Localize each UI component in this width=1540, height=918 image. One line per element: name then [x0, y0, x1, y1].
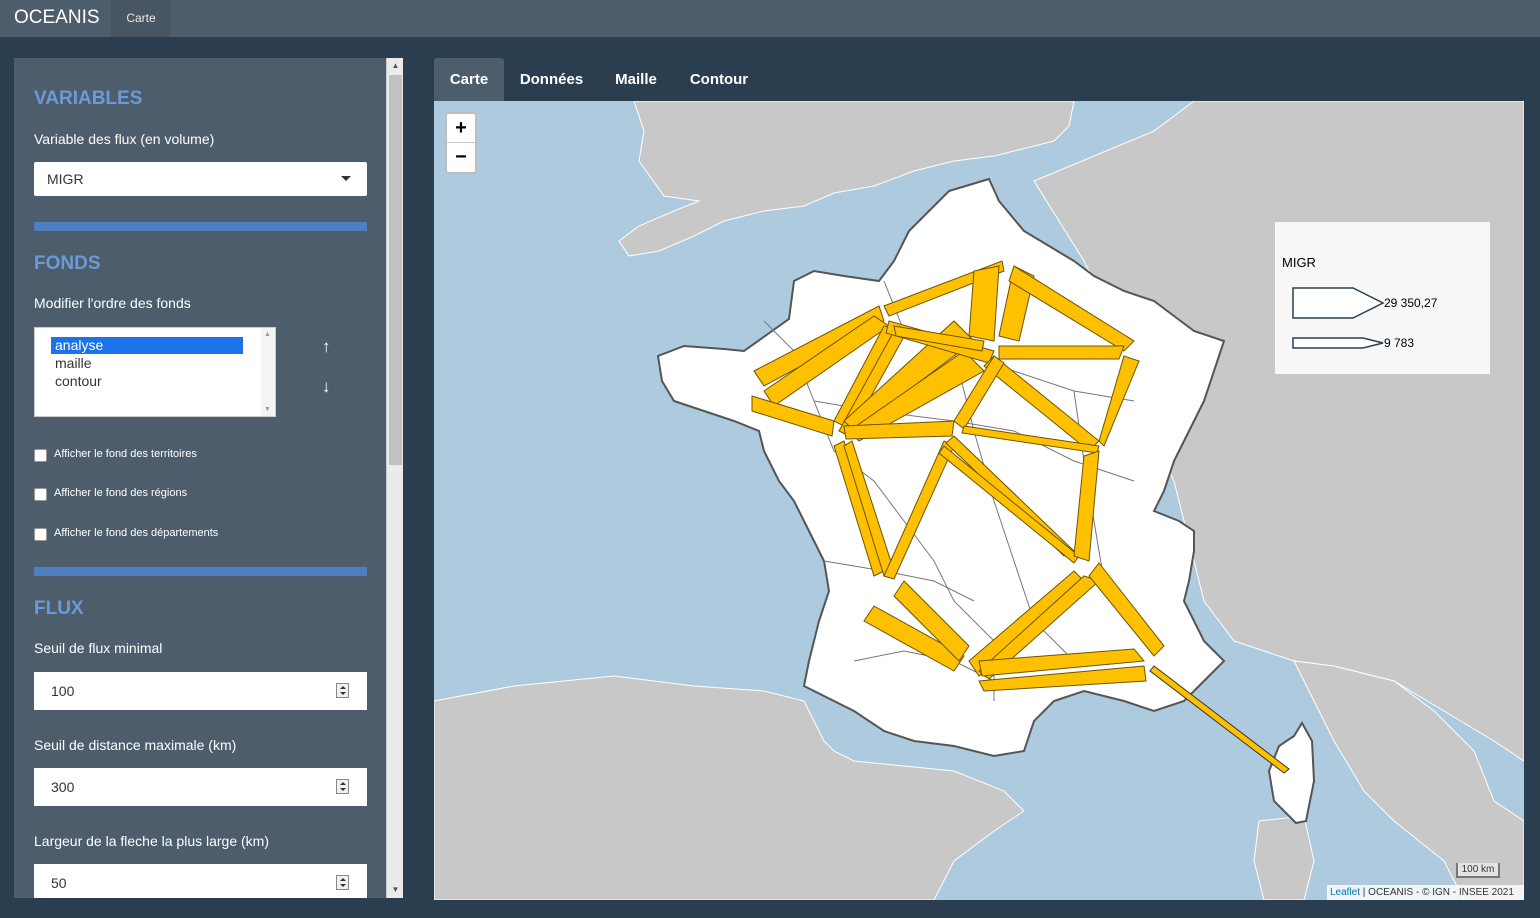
tab-carte[interactable]: Carte	[434, 58, 504, 101]
min-flux-label: Seuil de flux minimal	[34, 640, 163, 656]
zoom-control: + −	[445, 112, 477, 174]
flux-variable-select[interactable]: MIGR	[34, 162, 367, 196]
flux-variable-value: MIGR	[47, 171, 84, 187]
move-up-button[interactable]: ↑	[322, 337, 331, 357]
legend-max-value: 29 350,27	[1384, 296, 1438, 310]
attribution-text: | OCEANIS - © IGN - INSEE 2021	[1360, 887, 1514, 898]
number-spinner[interactable]	[336, 779, 349, 794]
territoires-checkbox-label: Afficher le fond des territoires	[54, 448, 197, 460]
arrow-width-value: 50	[51, 875, 67, 891]
top-navbar: OCEANIS Carte	[0, 0, 1540, 37]
legend-min-value: 9 783	[1384, 336, 1415, 350]
scale-bar: 100 km	[1456, 863, 1500, 878]
layer-option-maille[interactable]: maille	[51, 355, 243, 372]
leaflet-link[interactable]: Leaflet	[1330, 887, 1360, 898]
regions-checkbox-label: Afficher le fond des régions	[54, 487, 188, 499]
listbox-scrollbar[interactable]: ▲ ▼	[261, 328, 275, 416]
flux-title: FLUX	[34, 598, 84, 619]
sidebar-scrollbar[interactable]: ▲ ▼	[386, 58, 403, 898]
variables-title: VARIABLES	[34, 88, 143, 109]
arrow-width-input[interactable]: 50	[34, 864, 367, 898]
max-distance-label: Seuil de distance maximale (km)	[34, 737, 237, 753]
max-distance-value: 300	[51, 779, 75, 795]
map-attribution: Leaflet | OCEANIS - © IGN - INSEE 2021	[1327, 885, 1524, 900]
flux-variable-label: Variable des flux (en volume)	[34, 131, 215, 147]
map-land-corsica	[1267, 721, 1316, 825]
move-down-button[interactable]: ↓	[322, 377, 331, 397]
map-canvas[interactable]	[434, 101, 1524, 900]
departements-checkbox[interactable]	[34, 528, 47, 541]
flow-arrow-corsica	[1149, 665, 1290, 774]
scroll-down-icon[interactable]: ▼	[264, 406, 271, 413]
section-divider	[34, 567, 367, 576]
fonds-title: FONDS	[34, 253, 101, 274]
tab-donnees[interactable]: Données	[513, 58, 590, 101]
layer-option-analyse[interactable]: analyse	[51, 337, 243, 354]
tab-maille[interactable]: Maille	[604, 58, 668, 101]
map-legend: MIGR 29 350,27 9 783	[1275, 222, 1490, 374]
tab-contour[interactable]: Contour	[682, 58, 756, 101]
layer-order-label: Modifier l'ordre des fonds	[34, 295, 191, 311]
nav-tab-carte[interactable]: Carte	[111, 0, 171, 37]
map-land-sardinia	[1253, 815, 1315, 900]
main-tabs: Carte Données Maille Contour	[434, 58, 1524, 101]
regions-checkbox[interactable]	[34, 488, 47, 501]
territoires-checkbox[interactable]	[34, 449, 47, 462]
number-spinner[interactable]	[336, 875, 349, 890]
min-flux-value: 100	[51, 683, 75, 699]
scroll-up-icon[interactable]: ▲	[264, 331, 271, 338]
section-divider	[34, 222, 367, 231]
scroll-down-icon[interactable]: ▼	[387, 883, 403, 897]
departements-checkbox-label: Afficher le fond des départements	[54, 527, 219, 539]
legend-arrows	[1292, 287, 1385, 349]
layer-order-listbox[interactable]: analyse maille contour ▲ ▼	[34, 327, 276, 417]
scrollbar-thumb[interactable]	[389, 75, 402, 465]
max-distance-input[interactable]: 300	[34, 768, 367, 806]
zoom-in-button[interactable]: +	[447, 114, 475, 143]
flow-arrow	[968, 265, 1000, 342]
flow-map[interactable]	[434, 101, 1524, 900]
sidebar-panel: VARIABLES Variable des flux (en volume) …	[14, 58, 403, 898]
zoom-out-button[interactable]: −	[447, 143, 475, 172]
flow-arrow	[998, 345, 1125, 360]
min-flux-input[interactable]: 100	[34, 672, 367, 710]
number-spinner[interactable]	[336, 683, 349, 698]
chevron-down-icon	[341, 176, 351, 181]
legend-arrow-large	[1292, 287, 1385, 319]
app-brand[interactable]: OCEANIS	[14, 7, 100, 29]
layer-option-contour[interactable]: contour	[51, 373, 243, 390]
arrow-width-label: Largeur de la fleche la plus large (km)	[34, 833, 270, 849]
scroll-up-icon[interactable]: ▲	[387, 59, 403, 73]
legend-arrow-small	[1292, 337, 1384, 349]
